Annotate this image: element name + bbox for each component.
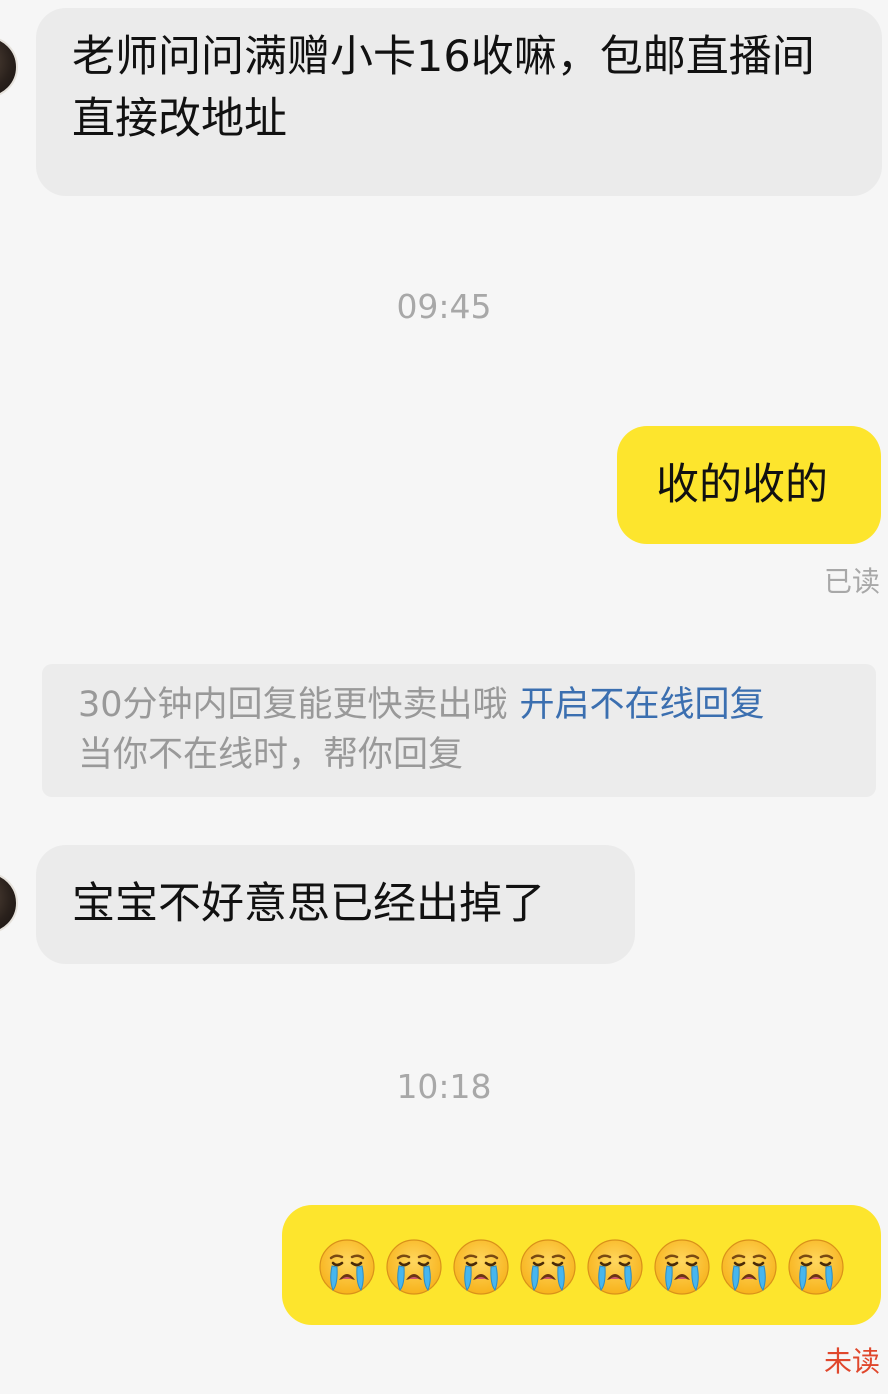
loudly-crying-face-icon — [385, 1238, 443, 1296]
tip-text: 30分钟内回复能更快卖出哦 — [78, 685, 508, 725]
avatar[interactable] — [0, 872, 18, 934]
message-timestamp: 10:18 — [396, 1067, 492, 1106]
read-status: 已读 — [823, 565, 880, 598]
outgoing-message-bubble[interactable]: 收的收的 — [617, 426, 881, 544]
loudly-crying-face-icon — [519, 1238, 577, 1296]
outgoing-message-bubble[interactable] — [282, 1205, 881, 1325]
loudly-crying-face-icon — [653, 1238, 711, 1296]
loudly-crying-face-icon — [787, 1238, 845, 1296]
emoji-row — [318, 1238, 845, 1296]
auto-reply-tip-card: 30分钟内回复能更快卖出哦 开启不在线回复 当你不在线时，帮你回复 — [42, 664, 876, 797]
loudly-crying-face-icon — [318, 1238, 376, 1296]
tip-subtext: 当你不在线时，帮你回复 — [78, 735, 464, 775]
message-text: 宝宝不好意思已经出掉了 — [72, 879, 545, 929]
message-text: 老师问问满赠小卡16收嘛，包邮直播间直接改地址 — [72, 32, 815, 144]
loudly-crying-face-icon — [720, 1238, 778, 1296]
incoming-message-bubble[interactable]: 老师问问满赠小卡16收嘛，包邮直播间直接改地址 — [36, 8, 882, 196]
message-text: 收的收的 — [656, 460, 828, 510]
incoming-message-bubble[interactable]: 宝宝不好意思已经出掉了 — [36, 845, 635, 964]
unread-status: 未读 — [823, 1345, 880, 1378]
tip-line: 30分钟内回复能更快卖出哦 开启不在线回复 — [78, 680, 840, 730]
message-timestamp: 09:45 — [396, 287, 492, 326]
enable-offline-reply-link[interactable]: 开启不在线回复 — [520, 685, 765, 725]
avatar[interactable] — [0, 36, 18, 98]
loudly-crying-face-icon — [586, 1238, 644, 1296]
loudly-crying-face-icon — [452, 1238, 510, 1296]
